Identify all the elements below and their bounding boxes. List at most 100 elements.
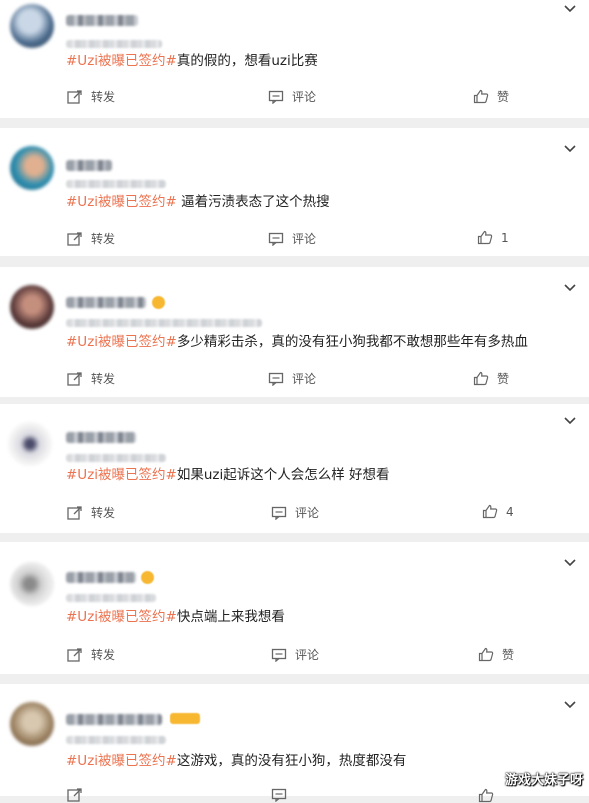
repost-button[interactable]: 转发 <box>67 230 115 247</box>
comment-body: 多少精彩击杀，真的没有狂小狗我都不敢想那些年有多热血 <box>176 334 528 350</box>
repost-icon <box>67 647 82 662</box>
comment-icon <box>268 372 284 386</box>
username[interactable] <box>66 714 162 725</box>
comment-text: #Uzi被曝已签约#快点端上来我想看 <box>66 608 285 626</box>
comment-button[interactable]: 评论 <box>268 370 316 387</box>
repost-button[interactable]: 转发 <box>67 646 115 663</box>
like-button[interactable]: 赞 <box>473 88 509 105</box>
repost-button[interactable]: 转发 <box>67 504 115 521</box>
comment-body: 如果uzi起诉这个人会怎么样 好想看 <box>176 467 390 483</box>
repost-button[interactable]: 转发 <box>67 88 115 105</box>
like-label: 赞 <box>497 90 510 104</box>
avatar[interactable] <box>8 422 52 466</box>
comment-body: 这游戏，真的没有狂小狗，热度都没有 <box>176 753 407 769</box>
comment-text: #Uzi被曝已签约#如果uzi起诉这个人会怎么样 好想看 <box>66 466 390 484</box>
repost-label: 转发 <box>91 506 116 520</box>
watermark: 游戏大妹子呀 <box>504 773 583 788</box>
thumbs-up-icon <box>478 647 494 662</box>
comment-button[interactable]: 评论 <box>271 646 319 663</box>
thumbs-up-icon <box>473 89 489 104</box>
repost-icon <box>67 89 82 104</box>
hashtag-link[interactable]: #Uzi被曝已签约# <box>66 334 177 350</box>
avatar[interactable] <box>10 285 54 329</box>
hashtag-link[interactable]: #Uzi被曝已签约# <box>66 609 177 625</box>
repost-icon <box>67 371 82 386</box>
repost-label: 转发 <box>91 648 116 662</box>
avatar[interactable] <box>10 562 54 606</box>
repost-label: 转发 <box>91 372 116 386</box>
repost-button[interactable]: 转发 <box>67 370 115 387</box>
like-count: 1 <box>501 230 509 245</box>
comment-body: 快点端上来我想看 <box>176 609 285 625</box>
comment-text: #Uzi被曝已签约#多少精彩击杀，真的没有狂小狗我都不敢想那些年有多热血 <box>66 333 528 351</box>
post-meta <box>66 40 162 48</box>
repost-icon <box>67 231 82 246</box>
thumbs-up-icon <box>477 230 493 245</box>
hashtag-link[interactable]: #Uzi被曝已签约# <box>66 753 177 769</box>
username[interactable] <box>66 572 136 583</box>
comment-label: 评论 <box>292 232 317 246</box>
username[interactable] <box>66 297 146 308</box>
comment-button[interactable]: 评论 <box>271 504 319 521</box>
comment-body: 逼着污渍表态了这个热搜 <box>176 194 330 210</box>
comment-icon <box>268 90 284 104</box>
comment-button[interactable]: 评论 <box>268 230 316 247</box>
repost-label: 转发 <box>91 232 116 246</box>
comment-card: #Uzi被曝已签约#真的假的，想看uzi比赛 转发 评论 赞 <box>0 0 589 118</box>
chevron-down-icon[interactable] <box>563 2 577 18</box>
post-meta <box>66 454 166 462</box>
comment-body: 真的假的，想看uzi比赛 <box>176 53 318 69</box>
comment-text: #Uzi被曝已签约#真的假的，想看uzi比赛 <box>66 52 318 70</box>
like-button[interactable]: 4 <box>482 504 514 519</box>
comment-icon <box>271 788 287 802</box>
comment-card: #Uzi被曝已签约#如果uzi起诉这个人会怎么样 好想看 转发 评论 4 <box>0 404 589 533</box>
avatar[interactable] <box>10 702 54 746</box>
comment-label: 评论 <box>292 372 317 386</box>
comment-icon <box>268 232 284 246</box>
comment-card: #Uzi被曝已签约#快点端上来我想看 转发 评论 赞 <box>0 542 589 674</box>
comment-card: #Uzi被曝已签约#这游戏，真的没有狂小狗，热度都没有 <box>0 684 589 803</box>
comment-label: 评论 <box>295 648 320 662</box>
post-meta <box>66 594 156 602</box>
like-count: 4 <box>506 504 514 519</box>
hashtag-link[interactable]: #Uzi被曝已签约# <box>66 194 177 210</box>
comment-label: 评论 <box>292 90 317 104</box>
like-button[interactable]: 赞 <box>478 646 514 663</box>
verified-badge-icon <box>170 713 200 724</box>
post-meta <box>66 180 166 188</box>
avatar[interactable] <box>10 4 54 48</box>
username[interactable] <box>66 15 138 26</box>
avatar[interactable] <box>10 146 54 190</box>
comment-card: #Uzi被曝已签约# 逼着污渍表态了这个热搜 转发 评论 1 <box>0 128 589 256</box>
chevron-down-icon[interactable] <box>563 556 577 572</box>
like-label: 赞 <box>497 372 510 386</box>
chevron-down-icon[interactable] <box>563 142 577 158</box>
like-button[interactable]: 赞 <box>473 370 509 387</box>
chevron-down-icon[interactable] <box>563 698 577 714</box>
comment-text: #Uzi被曝已签约#这游戏，真的没有狂小狗，热度都没有 <box>66 752 406 770</box>
post-meta <box>66 319 262 327</box>
repost-label: 转发 <box>91 90 116 104</box>
like-button[interactable]: 1 <box>477 230 509 245</box>
comment-icon <box>271 648 287 662</box>
chevron-down-icon[interactable] <box>563 281 577 297</box>
chevron-down-icon[interactable] <box>563 414 577 430</box>
comment-card: #Uzi被曝已签约#多少精彩击杀，真的没有狂小狗我都不敢想那些年有多热血 转发 … <box>0 267 589 397</box>
comment-button[interactable]: 评论 <box>268 88 316 105</box>
thumbs-up-icon <box>482 504 498 519</box>
username[interactable] <box>66 432 136 443</box>
hashtag-link[interactable]: #Uzi被曝已签约# <box>66 467 177 483</box>
thumbs-up-icon <box>473 371 489 386</box>
like-label: 赞 <box>502 648 515 662</box>
verified-badge-icon <box>152 296 165 309</box>
comment-label: 评论 <box>295 506 320 520</box>
repost-icon <box>67 505 82 520</box>
post-meta <box>66 736 166 744</box>
repost-button[interactable] <box>67 788 83 802</box>
repost-icon <box>67 788 82 802</box>
username[interactable] <box>66 160 112 171</box>
comment-icon <box>271 506 287 520</box>
verified-badge-icon <box>141 571 154 584</box>
hashtag-link[interactable]: #Uzi被曝已签约# <box>66 53 177 69</box>
comment-button[interactable] <box>271 788 287 802</box>
